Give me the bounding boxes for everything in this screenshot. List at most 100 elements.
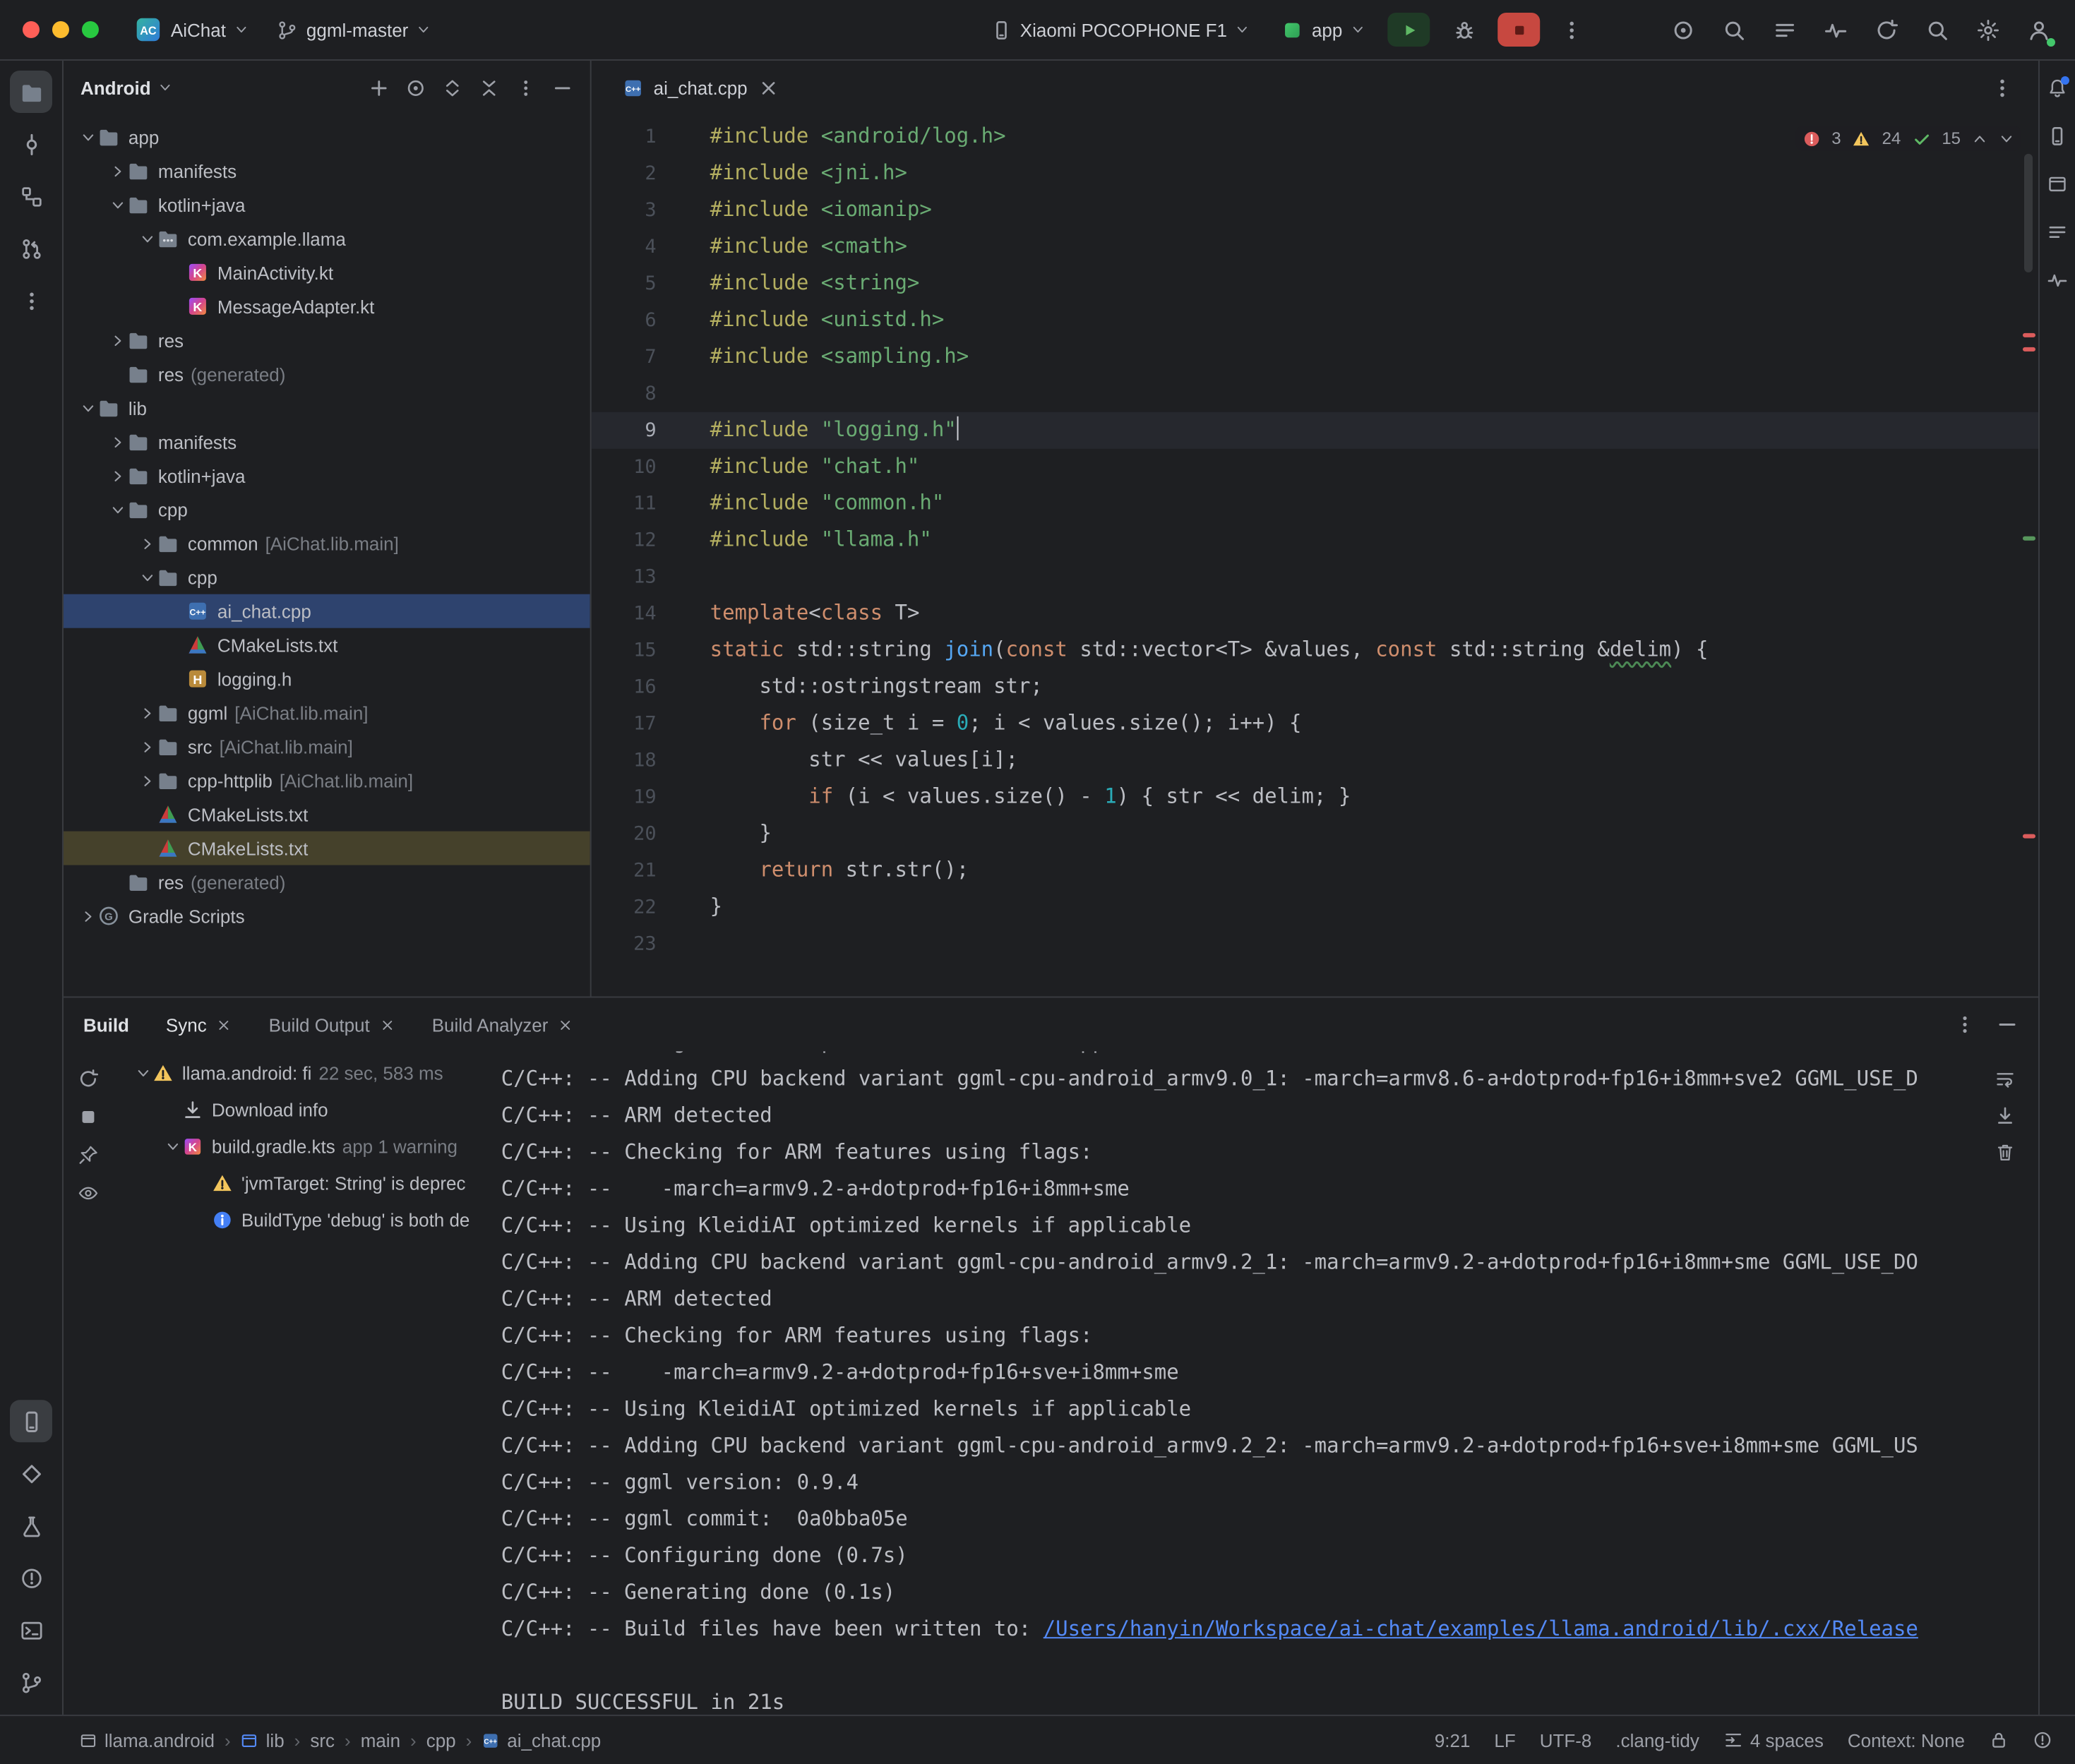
chevron-right-icon[interactable] [139,536,155,551]
build-tree-item-jvmtarget-string-is-deprec[interactable]: 'jvmTarget: String' is deprec [113,1164,501,1201]
chevron-down-icon[interactable] [80,129,95,145]
tree-item-kotlin-java[interactable]: kotlin+java [64,459,590,493]
tree-item-cmakelists-txt[interactable]: CMakeLists.txt [64,798,590,832]
more-actions-button[interactable] [1553,11,1591,49]
clear-all-icon[interactable] [1995,1141,2016,1163]
build-variants-button[interactable] [10,1504,52,1547]
line-number[interactable]: 2 [592,155,682,192]
line-number[interactable]: 18 [592,743,682,779]
chevron-down-icon[interactable] [135,1064,150,1080]
chevron-down-icon[interactable] [109,502,125,517]
code-line-11[interactable]: 11#include "common.h" [592,486,2038,522]
run-configuration-selector[interactable]: app [1272,13,1375,46]
close-window-button[interactable] [23,21,40,38]
chevron-right-icon[interactable] [139,739,155,755]
commit-button[interactable] [10,123,52,165]
tab-build-output[interactable]: Build Output [269,1014,395,1035]
tree-item-logging-h[interactable]: logging.h [64,662,590,696]
caret-position-widget[interactable]: 9:21 [1435,1729,1471,1751]
problems-button[interactable] [10,1556,52,1599]
device-selector[interactable]: Xiaomi POCOPHONE F1 [981,13,1260,46]
build-tree-item-build-gradle-kts[interactable]: build.gradle.ktsapp 1 warning [113,1127,501,1164]
tree-item-ai-chat-cpp[interactable]: ai_chat.cpp [64,594,590,628]
close-tab-icon[interactable] [758,77,779,98]
build-tree-item-buildtype-debug-is-both-de[interactable]: BuildType 'debug' is both de [113,1201,501,1237]
line-number[interactable]: 10 [592,449,682,486]
line-number[interactable]: 15 [592,632,682,669]
line-number[interactable]: 9 [592,412,682,449]
tree-item-res[interactable]: res [64,323,590,357]
build-tree-item-download-info[interactable]: Download info [113,1091,501,1127]
stripe-mark[interactable] [2023,347,2035,352]
hide-panel-icon[interactable] [552,77,573,98]
code-line-14[interactable]: 14template<class T> [592,596,2038,632]
prev-issue-button[interactable] [1972,131,1987,146]
code-line-23[interactable]: 23 [592,926,2038,963]
tree-item-kotlin-java[interactable]: kotlin+java [64,188,590,222]
line-number[interactable]: 7 [592,339,682,376]
more-options-icon[interactable] [1954,1013,1976,1036]
code-line-13[interactable]: 13 [592,559,2038,596]
indent-widget[interactable]: 4 spaces [1723,1729,1824,1751]
build-tree[interactable]: llama.android: fi22 sec, 583 msDownload … [113,1051,501,1715]
more-options-icon[interactable] [515,77,537,98]
logcat-button[interactable] [1766,11,1804,49]
scroll-to-end-icon[interactable] [1995,1105,2016,1126]
editor-tab-options-button[interactable] [1983,68,2021,107]
code-editor[interactable]: 3 24 15 1#include <android/log.h>2#inclu… [592,114,2038,997]
chevron-down-icon[interactable] [80,400,95,416]
line-number[interactable]: 14 [592,596,682,632]
pull-requests-button[interactable] [10,227,52,270]
device-manager-button[interactable] [10,1452,52,1494]
breadcrumb-main[interactable]: main [361,1729,400,1751]
select-opened-file-icon[interactable] [405,77,426,98]
breadcrumb-src[interactable]: src [310,1729,335,1751]
project-view-mode[interactable]: Android [80,77,151,98]
stripe-mark[interactable] [2023,536,2035,541]
code-line-8[interactable]: 8 [592,376,2038,412]
tree-item-cmakelists-txt[interactable]: CMakeLists.txt [64,628,590,662]
tree-item-common[interactable]: common [AiChat.lib.main] [64,527,590,560]
app-inspection-button[interactable] [1817,11,1855,49]
code-line-7[interactable]: 7#include <sampling.h> [592,339,2038,376]
code-line-5[interactable]: 5#include <string> [592,265,2038,302]
build-output-path-link[interactable]: /Users/hanyin/Workspace/ai-chat/examples… [1044,1619,1918,1641]
tree-item-manifests[interactable]: manifests [64,425,590,459]
tree-item-cmakelists-txt[interactable]: CMakeLists.txt [64,832,590,865]
breadcrumb-ai-chat-cpp[interactable]: ai_chat.cpp [482,1729,601,1751]
lock-widget[interactable] [1989,1730,2009,1750]
line-separator-widget[interactable]: LF [1494,1729,1515,1751]
line-number[interactable]: 23 [592,926,682,963]
inspection-widget[interactable]: 3 24 15 [1795,126,2021,151]
code-line-15[interactable]: 15static std::string join(const std::vec… [592,632,2038,669]
find-in-files-button[interactable] [1715,11,1753,49]
tree-item-cpp[interactable]: cpp [64,493,590,527]
tab-build-analyzer[interactable]: Build Analyzer [432,1014,574,1035]
build-tree-item-llama-android-fi[interactable]: llama.android: fi22 sec, 583 ms [113,1054,501,1091]
stripe-mark[interactable] [2023,834,2035,839]
code-line-4[interactable]: 4#include <cmath> [592,229,2038,265]
settings-button[interactable] [1969,11,2007,49]
chevron-right-icon[interactable] [80,908,95,924]
line-number[interactable]: 11 [592,486,682,522]
code-line-6[interactable]: 6#include <unistd.h> [592,302,2038,339]
tree-item-res[interactable]: res (generated) [64,865,590,899]
code-line-20[interactable]: 20 } [592,816,2038,853]
hide-panel-icon[interactable] [1996,1013,2019,1036]
search-everywhere-button[interactable] [1918,11,1956,49]
tree-item-cpp-httplib[interactable]: cpp-httplib [AiChat.lib.main] [64,764,590,798]
run-button[interactable] [1387,13,1430,47]
debug-button[interactable] [1442,13,1485,47]
sync-project-button[interactable] [1867,11,1906,49]
minimize-window-button[interactable] [52,21,69,38]
code-line-9[interactable]: 9#include "logging.h" [592,412,2038,449]
line-number[interactable]: 8 [592,376,682,412]
app-quality-insights-button[interactable] [2042,264,2073,295]
code-line-22[interactable]: 22} [592,889,2038,926]
breadcrumb-llama-android[interactable]: llama.android [79,1729,215,1751]
chevron-right-icon[interactable] [109,468,125,484]
line-number[interactable]: 5 [592,265,682,302]
soft-wrap-icon[interactable] [1995,1068,2016,1089]
logcat-tool-button[interactable] [2042,216,2073,247]
breadcrumb-lib[interactable]: lib [241,1729,285,1751]
